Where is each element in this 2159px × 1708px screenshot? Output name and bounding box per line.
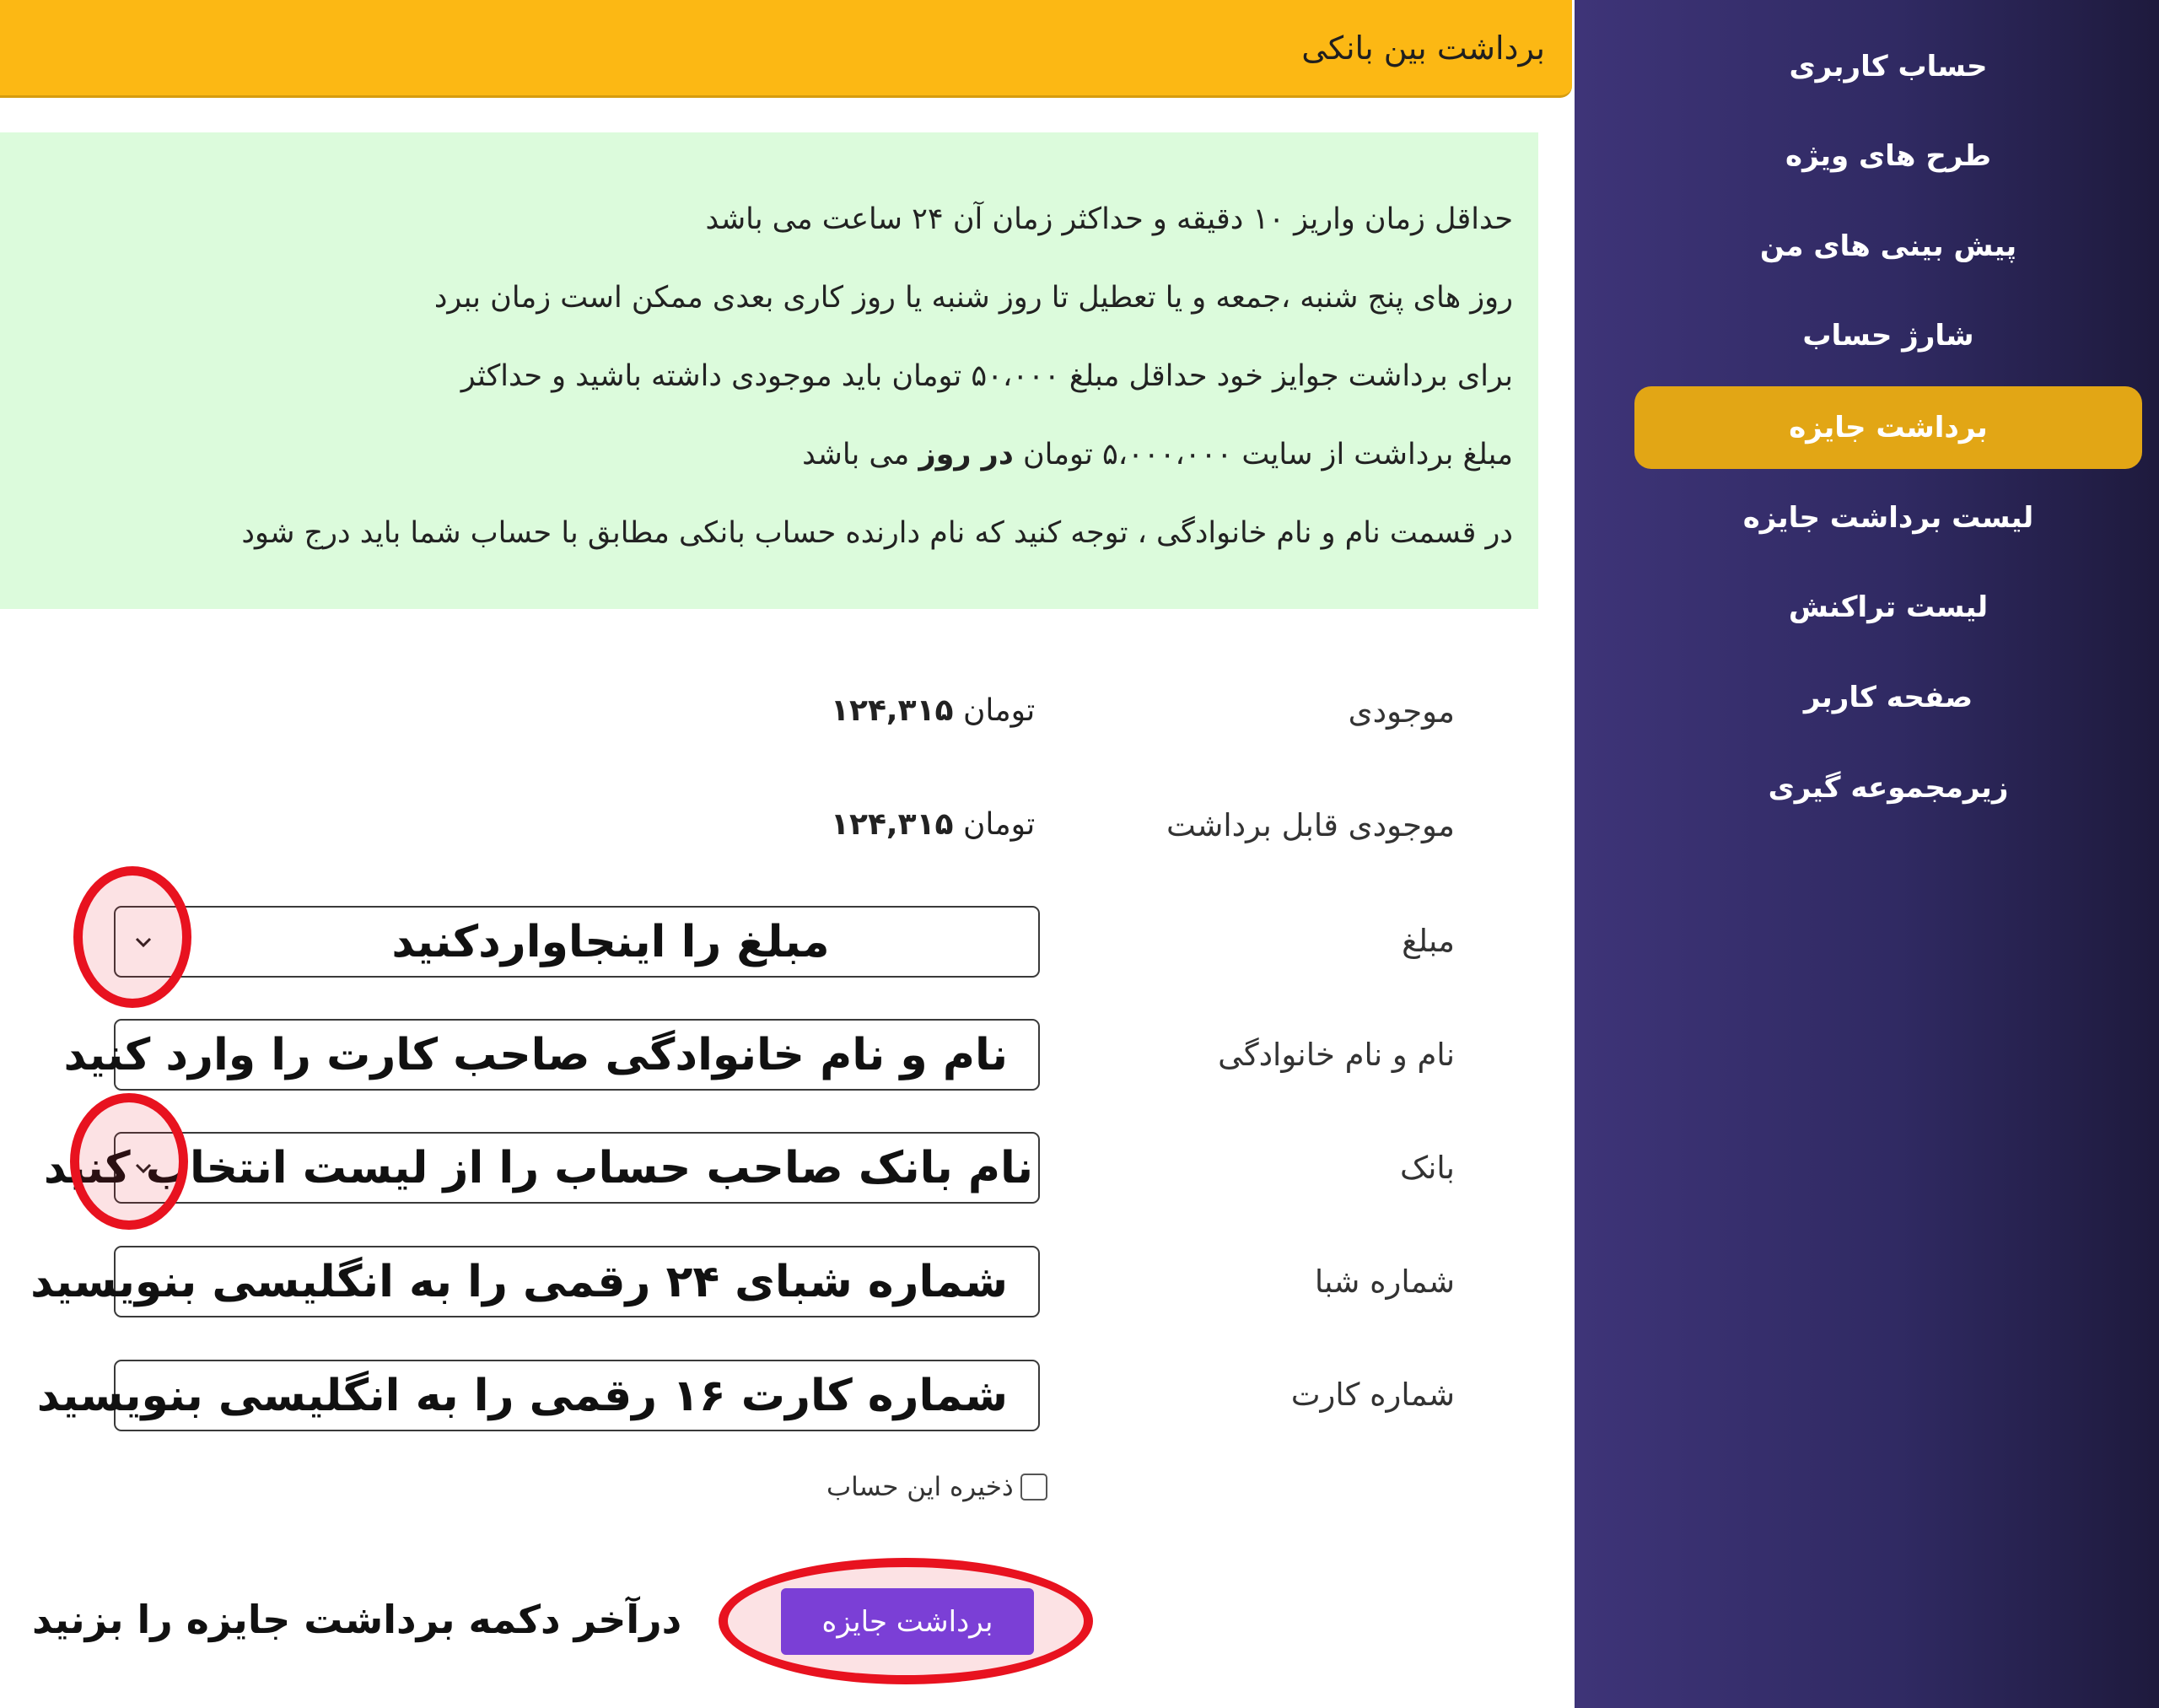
balance-currency: تومان xyxy=(962,693,1036,728)
info-line-4-part2: می باشد xyxy=(802,438,910,471)
sheba-input[interactable]: شماره شبای ۲۴ رقمی را به انگلیسی بنویسید xyxy=(30,1246,1040,1317)
amount-annotation-text: مبلغ را اینجاواردکنید xyxy=(391,916,830,967)
sidebar-item-account[interactable]: حساب کاربری xyxy=(1634,25,2142,108)
amount-select[interactable]: مبلغ را اینجاواردکنید xyxy=(114,906,1040,978)
sidebar-item-charge-account[interactable]: شارژ حساب xyxy=(1634,294,2142,377)
fullname-input[interactable]: نام و نام خانوادگی صاحب کارت را وارد کنی… xyxy=(64,1019,1040,1091)
info-line-5: در قسمت نام و نام خانوادگی ، توجه کنید ک… xyxy=(241,516,1513,550)
sidebar-item-referrals[interactable]: زیرمجموعه گیری xyxy=(1634,746,2142,829)
page-title: برداشت بین بانکی xyxy=(1301,29,1545,67)
balance-amount: ۱۲۴,۳۱۵ xyxy=(831,693,954,728)
sheba-label: شماره شبا xyxy=(1314,1263,1455,1300)
chevron-down-icon[interactable] xyxy=(126,924,161,960)
info-line-4-part1: مبلغ برداشت از سایت ۵،۰۰۰،۰۰۰ تومان xyxy=(1022,438,1513,471)
save-account-checkbox[interactable] xyxy=(1020,1474,1047,1501)
save-account-row: ذخیره این حساب xyxy=(826,1472,1047,1502)
balance-value: تومان ۱۲۴,۳۱۵ xyxy=(831,693,1035,728)
withdrawable-value: تومان ۱۲۴,۳۱۵ xyxy=(831,807,1035,842)
sidebar-item-special-plans[interactable]: طرح های ویژه xyxy=(1634,115,2142,197)
info-line-2: روز های پنج شنبه ،جمعه و یا تعطیل تا روز… xyxy=(433,281,1513,315)
card-input[interactable]: شماره کارت ۱۶ رقمی را به انگلیسی بنویسید xyxy=(37,1360,1040,1431)
info-line-4: مبلغ برداشت از سایت ۵،۰۰۰،۰۰۰ تومان در ر… xyxy=(0,425,1513,504)
bank-label: بانک xyxy=(1400,1150,1455,1186)
sidebar-item-withdraw-list[interactable]: لیست برداشت جایزه xyxy=(1634,477,2142,559)
info-line-1: حداقل زمان واریز ۱۰ دقیقه و حداکثر زمان … xyxy=(705,202,1513,236)
withdraw-prize-button[interactable]: برداشت جایزه xyxy=(781,1588,1034,1655)
withdrawable-amount: ۱۲۴,۳۱۵ xyxy=(831,807,954,842)
sidebar-item-my-predictions[interactable]: پیش بینی های من xyxy=(1634,205,2142,288)
bank-annotation-text: نام بانک صاحب حساب را از لیست انتخاب کنی… xyxy=(43,1142,1033,1193)
chevron-down-icon[interactable] xyxy=(126,1150,161,1186)
info-line-3: برای برداشت جوایز خود حداقل مبلغ ۵۰،۰۰۰ … xyxy=(460,359,1513,393)
card-label: شماره کارت xyxy=(1290,1377,1455,1413)
sidebar-item-transactions[interactable]: لیست تراکنش xyxy=(1634,566,2142,649)
info-line-4-bold: در روز xyxy=(918,438,1014,471)
fullname-annotation-text: نام و نام خانوادگی صاحب کارت را وارد کنی… xyxy=(63,1029,1008,1080)
bank-select[interactable]: نام بانک صاحب حساب را از لیست انتخاب کنی… xyxy=(44,1132,1040,1204)
fullname-label: نام و نام خانوادگی xyxy=(1218,1037,1455,1073)
amount-label: مبلغ xyxy=(1402,923,1455,959)
sidebar-item-withdraw-prize[interactable]: برداشت جایزه xyxy=(1634,386,2142,469)
info-box: حداقل زمان واریز ۱۰ دقیقه و حداکثر زمان … xyxy=(0,132,1538,609)
withdrawable-label: موجودی قابل برداشت xyxy=(1166,807,1455,843)
sheba-annotation-text: شماره شبای ۲۴ رقمی را به انگلیسی بنویسید xyxy=(30,1256,1008,1307)
annotation-final-note: درآخر دکمه برداشت جایزه را بزنید xyxy=(32,1597,682,1642)
sidebar-item-user-page[interactable]: صفحه کاربر xyxy=(1634,656,2142,739)
save-account-label: ذخیره این حساب xyxy=(826,1472,1014,1502)
sidebar: حساب کاربری طرح های ویژه پیش بینی های من… xyxy=(1575,0,2159,1708)
withdrawable-currency: تومان xyxy=(962,807,1036,842)
balance-label: موجودی xyxy=(1348,693,1455,730)
card-annotation-text: شماره کارت ۱۶ رقمی را به انگلیسی بنویسید xyxy=(36,1370,1008,1421)
page-header: برداشت بین بانکی xyxy=(0,0,1572,98)
